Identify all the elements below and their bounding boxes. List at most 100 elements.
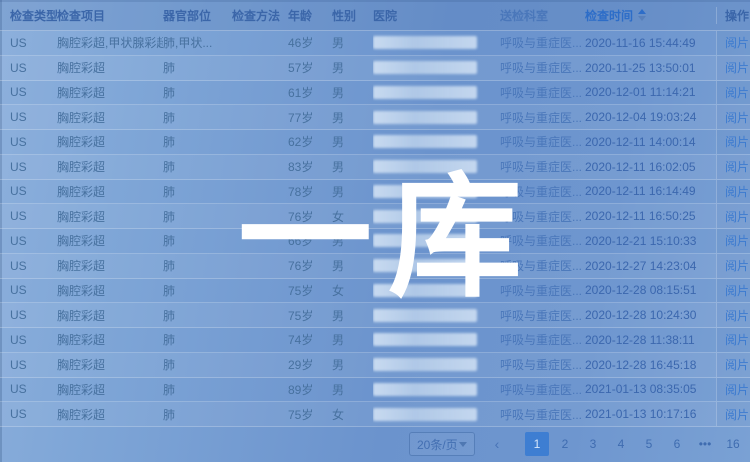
cell-item: 胸腔彩超,甲状腺彩超 [57,31,163,55]
cell-hospital [373,279,500,303]
column-header-method: 检查方法 [232,7,288,24]
cell-action: 阅片 [716,155,750,179]
view-images-link[interactable]: 阅片 [725,158,749,175]
cell-action: 阅片 [716,303,750,327]
cell-action: 阅片 [716,378,750,402]
cell-dept: 呼吸与重症医... [500,56,585,80]
view-images-link[interactable]: 阅片 [725,208,749,225]
table-row[interactable]: US胸腔彩超肺61岁男呼吸与重症医...2020-12-01 11:14:21阅… [0,81,750,106]
cell-type: US [0,130,57,154]
cell-action: 阅片 [716,31,750,55]
cell-action: 阅片 [716,402,750,426]
view-images-link[interactable]: 阅片 [725,356,749,373]
pager-more-button[interactable]: ••• [693,432,717,456]
table-row[interactable]: US胸腔彩超肺89岁男呼吸与重症医...2021-01-13 08:35:05阅… [0,378,750,403]
table-row[interactable]: US胸腔彩超肺78岁男呼吸与重症医...2020-12-11 16:14:49阅… [0,180,750,205]
cell-sex: 男 [332,130,373,154]
cell-age: 74岁 [288,328,332,352]
column-label: 性别 [332,7,356,24]
cell-action: 阅片 [716,105,750,129]
view-images-link[interactable]: 阅片 [725,406,749,423]
view-images-link[interactable]: 阅片 [725,307,749,324]
view-images-link[interactable]: 阅片 [725,59,749,76]
table-row[interactable]: US胸腔彩超肺75岁女呼吸与重症医...2020-12-28 08:15:51阅… [0,279,750,304]
table-row[interactable]: US胸腔彩超肺75岁女呼吸与重症医...2021-01-13 10:17:16阅… [0,402,750,427]
cell-action: 阅片 [716,353,750,377]
cell-action: 阅片 [716,328,750,352]
table-row[interactable]: US胸腔彩超肺77岁男呼吸与重症医...2020-12-04 19:03:24阅… [0,105,750,130]
cell-time: 2020-12-11 16:02:05 [585,155,716,179]
cell-organ: 肺,甲状... [163,31,232,55]
page-button-5[interactable]: 5 [637,432,661,456]
redacted-hospital-value [373,309,477,322]
cell-sex: 男 [332,353,373,377]
cell-time: 2021-01-13 08:35:05 [585,378,716,402]
cell-sex: 女 [332,402,373,426]
view-images-link[interactable]: 阅片 [725,84,749,101]
redacted-hospital-value [373,408,477,421]
table-row[interactable]: US胸腔彩超肺75岁男呼吸与重症医...2020-12-28 10:24:30阅… [0,303,750,328]
cell-age: 83岁 [288,155,332,179]
table-row[interactable]: US胸腔彩超肺62岁男呼吸与重症医...2020-12-11 14:00:14阅… [0,130,750,155]
cell-method [232,81,288,105]
cell-time: 2020-12-11 16:50:25 [585,204,716,228]
page-button-4[interactable]: 4 [609,432,633,456]
page-button-6[interactable]: 6 [665,432,689,456]
cell-item: 胸腔彩超 [57,378,163,402]
table-row[interactable]: US胸腔彩超肺76岁男呼吸与重症医...2020-12-27 14:23:04阅… [0,254,750,279]
cell-action: 阅片 [716,130,750,154]
page-button-2[interactable]: 2 [553,432,577,456]
cell-time: 2020-12-21 15:10:33 [585,229,716,253]
cell-method [232,130,288,154]
cell-type: US [0,402,57,426]
cell-dept: 呼吸与重症医... [500,254,585,278]
sort-caret-icon[interactable] [638,9,646,21]
view-images-link[interactable]: 阅片 [725,282,749,299]
cell-organ: 肺 [163,378,232,402]
table-row[interactable]: US胸腔彩超肺83岁男呼吸与重症医...2020-12-11 16:02:05阅… [0,155,750,180]
table-row[interactable]: US胸腔彩超肺74岁男呼吸与重症医...2020-12-28 11:38:11阅… [0,328,750,353]
column-header-time[interactable]: 检查时间 [585,7,716,24]
table-row[interactable]: US胸腔彩超,甲状腺彩超肺,甲状...46岁男呼吸与重症医...2020-11-… [0,31,750,56]
table-row[interactable]: US胸腔彩超肺76岁女呼吸与重症医...2020-12-11 16:50:25阅… [0,204,750,229]
view-images-link[interactable]: 阅片 [725,133,749,150]
cell-method [232,155,288,179]
study-table: 检查类型检查项目器官部位检查方法年龄性别医院送检科室检查时间操作 US胸腔彩超,… [0,0,750,427]
view-images-link[interactable]: 阅片 [725,183,749,200]
page-button-3[interactable]: 3 [581,432,605,456]
cell-age: 29岁 [288,353,332,377]
cell-organ: 肺 [163,81,232,105]
cell-item: 胸腔彩超 [57,254,163,278]
view-images-link[interactable]: 阅片 [725,381,749,398]
cell-hospital [373,81,500,105]
cell-method [232,353,288,377]
column-label: 送检科室 [500,7,548,24]
cell-age: 57岁 [288,56,332,80]
cell-dept: 呼吸与重症医... [500,81,585,105]
page-size-select[interactable]: 20条/页 [409,432,475,456]
cell-action: 阅片 [716,204,750,228]
cell-type: US [0,155,57,179]
view-images-link[interactable]: 阅片 [725,257,749,274]
view-images-link[interactable]: 阅片 [725,109,749,126]
view-images-link[interactable]: 阅片 [725,232,749,249]
prev-page-button[interactable]: ‹ [485,432,509,456]
cell-method [232,378,288,402]
column-header-sex: 性别 [332,7,373,24]
view-images-link[interactable]: 阅片 [725,34,749,51]
cell-hospital [373,204,500,228]
view-images-link[interactable]: 阅片 [725,331,749,348]
redacted-hospital-value [373,358,477,371]
cell-age: 78岁 [288,180,332,204]
study-list-screen: 检查类型检查项目器官部位检查方法年龄性别医院送检科室检查时间操作 US胸腔彩超,… [0,0,750,462]
cell-type: US [0,328,57,352]
table-row[interactable]: US胸腔彩超肺66岁男呼吸与重症医...2020-12-21 15:10:33阅… [0,229,750,254]
page-button-16[interactable]: 16 [721,432,745,456]
table-row[interactable]: US胸腔彩超肺29岁男呼吸与重症医...2020-12-28 16:45:18阅… [0,353,750,378]
cell-type: US [0,303,57,327]
column-label: 检查方法 [232,7,280,24]
page-button-1[interactable]: 1 [525,432,549,456]
cell-item: 胸腔彩超 [57,402,163,426]
table-row[interactable]: US胸腔彩超肺57岁男呼吸与重症医...2020-11-25 13:50:01阅… [0,56,750,81]
cell-sex: 男 [332,56,373,80]
